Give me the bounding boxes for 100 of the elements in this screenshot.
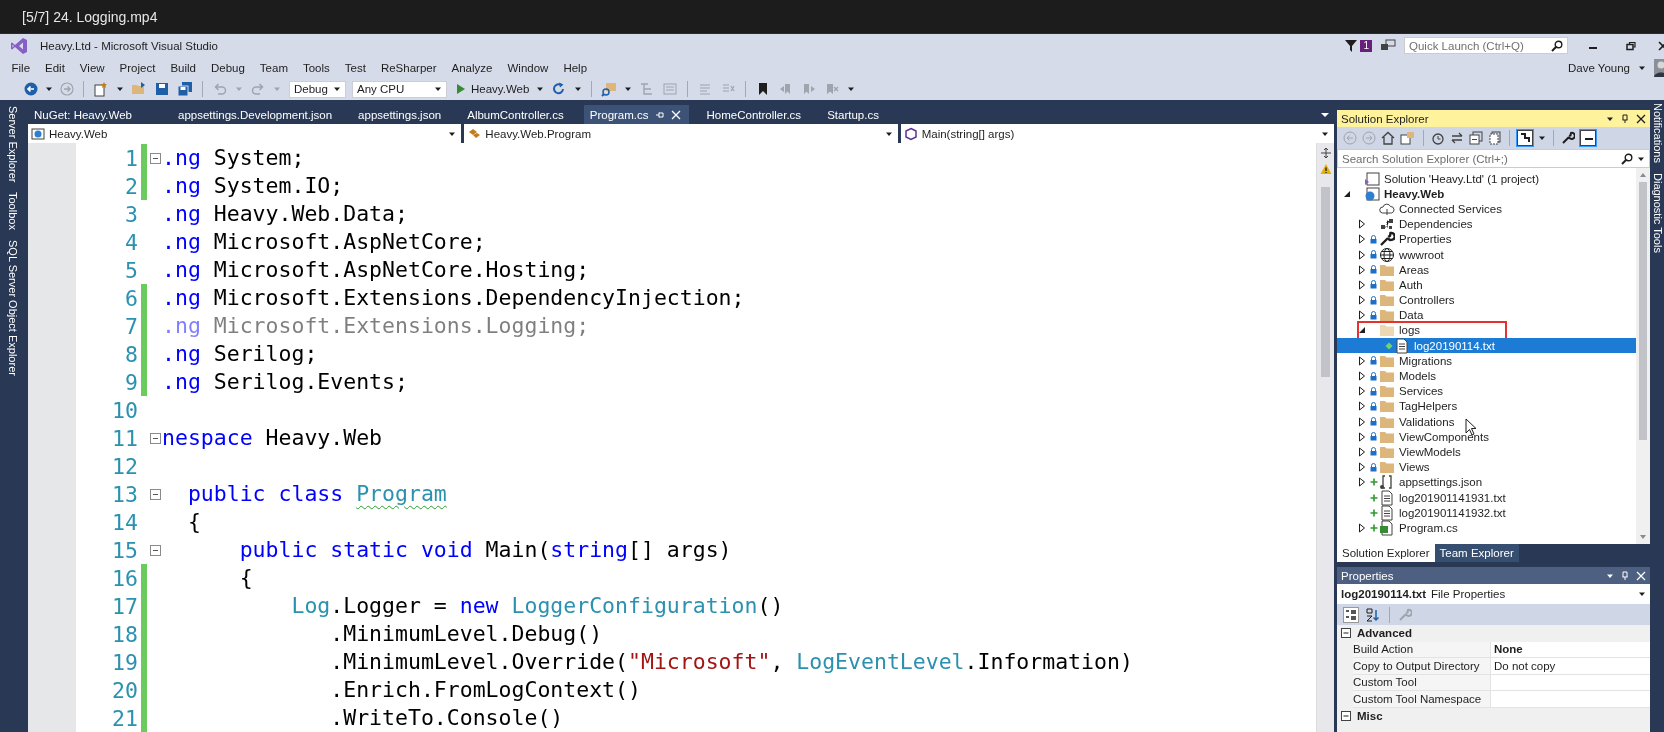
- collapsed-arrow-icon[interactable]: [1358, 522, 1366, 533]
- scrollbar-thumb[interactable]: [1321, 187, 1330, 377]
- collapsed-arrow-icon[interactable]: [1358, 264, 1366, 275]
- document-tab[interactable]: Startup.cs: [821, 105, 899, 124]
- play-icon[interactable]: [456, 83, 466, 95]
- menu-item[interactable]: Analyze: [444, 59, 500, 76]
- menu-item[interactable]: Debug: [203, 59, 253, 76]
- show-all-files-icon[interactable]: [1488, 131, 1502, 145]
- menu-item[interactable]: ReSharper: [373, 59, 445, 76]
- member-dropdown[interactable]: Main(string[] args): [900, 124, 1334, 143]
- tree-item[interactable]: appsettings.json: [1337, 474, 1636, 490]
- scroll-up-icon[interactable]: [1639, 172, 1647, 178]
- history-icon[interactable]: [1431, 131, 1445, 145]
- tree-item[interactable]: log201901141931.txt: [1337, 489, 1636, 506]
- caret-icon[interactable]: [333, 85, 341, 93]
- collapsed-arrow-icon[interactable]: [1358, 310, 1366, 321]
- save-all-icon[interactable]: [177, 81, 193, 97]
- side-tab[interactable]: Notifications: [1652, 103, 1664, 163]
- side-tab[interactable]: SQL Server Object Explorer: [7, 240, 19, 377]
- caret-icon[interactable]: [1638, 590, 1646, 598]
- home-icon[interactable]: [1381, 131, 1395, 145]
- tree-item[interactable]: Solution 'Heavy.Ltd' (1 project): [1337, 171, 1636, 187]
- preview-icon[interactable]: [1517, 130, 1533, 146]
- project-dropdown[interactable]: Heavy.Web: [28, 124, 462, 143]
- caret-icon[interactable]: [116, 85, 124, 93]
- property-name[interactable]: Build Action: [1353, 641, 1490, 658]
- avatar-icon[interactable]: [1654, 58, 1664, 77]
- tree-item[interactable]: Dependencies: [1337, 216, 1636, 232]
- categorized-icon[interactable]: [1343, 606, 1359, 623]
- expanded-arrow-icon[interactable]: [1343, 189, 1351, 198]
- menu-item[interactable]: Test: [337, 59, 374, 76]
- tree-item[interactable]: Data: [1337, 307, 1636, 323]
- menu-item[interactable]: Project: [112, 59, 163, 76]
- close-icon[interactable]: [1636, 113, 1646, 124]
- tree-item[interactable]: Properties: [1337, 231, 1636, 247]
- document-tab[interactable]: NuGet: Heavy.Web: [28, 105, 172, 124]
- pin-icon[interactable]: [1620, 113, 1630, 124]
- menu-item[interactable]: Build: [162, 59, 204, 76]
- collapsed-arrow-icon[interactable]: [1358, 386, 1366, 397]
- collapse-all-icon[interactable]: [1469, 131, 1483, 145]
- collapsed-arrow-icon[interactable]: [1358, 371, 1366, 382]
- document-tab[interactable]: Program.cs: [583, 105, 689, 124]
- collapse-icon[interactable]: [150, 152, 161, 164]
- document-tab[interactable]: appsettings.json: [352, 105, 462, 124]
- collapse-icon[interactable]: [150, 432, 161, 444]
- caret-icon[interactable]: [574, 85, 583, 93]
- platform-dropdown[interactable]: Any CPU: [352, 80, 447, 98]
- switch-views-icon[interactable]: [1400, 131, 1416, 145]
- collapsed-arrow-icon[interactable]: [1358, 234, 1366, 245]
- start-button[interactable]: Heavy.Web: [454, 83, 532, 95]
- minus-icon[interactable]: [1580, 130, 1596, 146]
- caret-icon[interactable]: [434, 85, 442, 93]
- menu-item[interactable]: Edit: [37, 59, 73, 76]
- restore-icon[interactable]: [1626, 40, 1636, 51]
- collapse-icon[interactable]: [1341, 710, 1351, 721]
- scroll-down-icon[interactable]: [1639, 534, 1647, 540]
- tree-item[interactable]: Services: [1337, 383, 1636, 399]
- tree-item[interactable]: Views: [1337, 459, 1636, 475]
- pin-icon[interactable]: [1620, 570, 1630, 581]
- menu-item[interactable]: View: [72, 59, 113, 76]
- expanded-arrow-icon[interactable]: [1358, 326, 1366, 335]
- collapse-icon[interactable]: [150, 544, 161, 556]
- configuration-dropdown[interactable]: Debug: [289, 80, 346, 98]
- tree-item[interactable]: TagHelpers: [1337, 398, 1636, 414]
- feedback-icon[interactable]: [1380, 38, 1396, 53]
- browse-icon[interactable]: [601, 81, 618, 97]
- tree-item[interactable]: Models: [1337, 368, 1636, 384]
- side-tab[interactable]: Server Explorer: [7, 106, 19, 183]
- pin-icon[interactable]: [654, 109, 665, 120]
- tree-item[interactable]: Connected Services: [1337, 201, 1636, 217]
- tree-item[interactable]: ViewModels: [1337, 444, 1636, 460]
- collapsed-arrow-icon[interactable]: [1358, 477, 1366, 488]
- tree-item[interactable]: log201901141932.txt: [1337, 505, 1636, 521]
- caret-icon[interactable]: [624, 85, 633, 93]
- quick-launch-field[interactable]: Quick Launch (Ctrl+Q): [1404, 37, 1568, 54]
- object-dropdown[interactable]: log20190114.txt File Properties: [1337, 584, 1650, 604]
- search-box[interactable]: Search Solution Explorer (Ctrl+;): [1337, 149, 1650, 168]
- open-folder-icon[interactable]: [131, 81, 147, 97]
- tree-item[interactable]: Heavy.Web: [1337, 186, 1636, 202]
- caret-icon[interactable]: [45, 85, 53, 93]
- collapsed-arrow-icon[interactable]: [1358, 355, 1366, 366]
- menu-item[interactable]: Window: [499, 59, 556, 76]
- document-tab[interactable]: AlbumController.cs: [461, 105, 584, 124]
- document-tab[interactable]: HomeController.cs: [700, 105, 822, 124]
- tree-item[interactable]: Auth: [1337, 277, 1636, 293]
- caret-icon[interactable]: [1538, 134, 1546, 142]
- menu-item[interactable]: Tools: [295, 59, 338, 76]
- caret-icon[interactable]: [536, 85, 545, 93]
- collapsed-arrow-icon[interactable]: [1358, 295, 1366, 306]
- back-icon[interactable]: [24, 82, 38, 96]
- panel-tab[interactable]: Solution Explorer: [1337, 544, 1435, 562]
- wrench-icon[interactable]: [1561, 131, 1575, 145]
- collapsed-arrow-icon[interactable]: [1358, 219, 1366, 230]
- tree-item[interactable]: Program.cs: [1337, 520, 1636, 536]
- tab-list-icon[interactable]: [1320, 110, 1330, 119]
- tree-item[interactable]: wwwroot: [1337, 246, 1636, 263]
- tree-item[interactable]: Areas: [1337, 262, 1636, 278]
- scrollbar-thumb[interactable]: [1639, 182, 1647, 440]
- split-icon[interactable]: [1319, 147, 1332, 159]
- save-icon[interactable]: [154, 81, 170, 97]
